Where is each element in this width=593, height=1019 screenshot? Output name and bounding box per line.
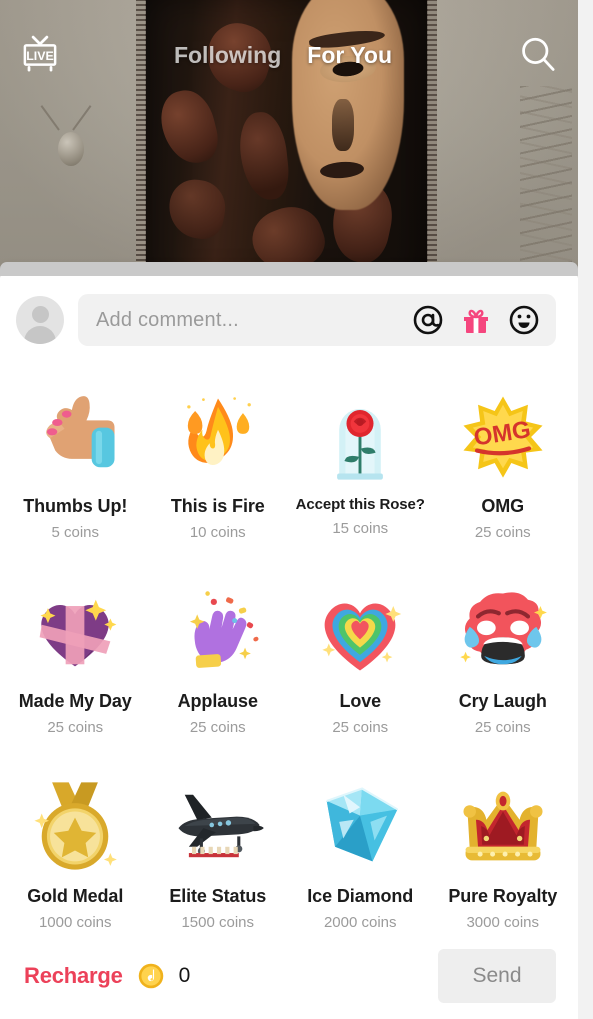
gift-panel-footer: Recharge 0 Send <box>0 933 578 1019</box>
gift-item[interactable]: Elite Status 1500 coins <box>147 760 290 933</box>
gift-item[interactable]: This is Fire 10 coins <box>147 370 290 565</box>
comment-input[interactable]: Add comment... <box>96 309 396 332</box>
gift-item[interactable]: Applause 25 coins <box>147 565 290 760</box>
gift-item[interactable]: Gold Medal 1000 coins <box>4 760 147 933</box>
at-mention-icon <box>413 305 443 335</box>
search-icon <box>522 37 555 71</box>
gift-price: 5 coins <box>51 523 100 541</box>
tab-for-you[interactable]: For You <box>307 42 392 69</box>
search-button[interactable] <box>516 33 560 77</box>
gift-name: Cry Laugh <box>458 691 547 711</box>
gift-price: 25 coins <box>189 718 246 736</box>
gift-grid: Thumbs Up! 5 coins This is Fire 10 coins… <box>0 362 578 933</box>
gift-name: Elite Status <box>169 886 267 906</box>
avatar[interactable] <box>16 296 64 344</box>
gift-price: 1000 coins <box>38 913 112 931</box>
gift-name: Pure Royalty <box>448 886 558 906</box>
top-navigation-bar: LIVE Following For You <box>0 0 578 110</box>
mention-button[interactable] <box>412 304 444 336</box>
tab-following[interactable]: Following <box>174 42 281 69</box>
dried-plant-right <box>520 86 572 266</box>
gift-name: Made My Day <box>18 691 132 711</box>
gift-price: 2000 coins <box>323 913 397 931</box>
gift-price: 10 coins <box>189 523 246 541</box>
applause-icon <box>166 579 270 683</box>
comment-bar: Add comment... <box>0 268 578 362</box>
omg-burst-icon: OMG <box>451 384 555 488</box>
gift-name: Gold Medal <box>27 886 124 906</box>
gift-price: 15 coins <box>332 520 389 538</box>
jet-icon <box>166 774 270 878</box>
recharge-button[interactable]: Recharge <box>24 963 123 989</box>
gift-icon <box>464 309 488 333</box>
gift-item[interactable]: Made My Day 25 coins <box>4 565 147 760</box>
gift-price: 1500 coins <box>181 913 255 931</box>
gold-medal-icon <box>23 774 127 878</box>
gift-name: Applause <box>177 691 258 711</box>
emoji-button[interactable] <box>508 304 540 336</box>
gift-price: 25 coins <box>332 718 389 736</box>
tiktok-gift-screen: DEC LIVE Following For You <box>0 0 593 1019</box>
comment-input-container[interactable]: Add comment... <box>78 294 556 346</box>
gift-item[interactable]: Pure Royalty 3000 coins <box>432 760 575 933</box>
rose-dome-icon <box>308 384 412 488</box>
gift-item[interactable]: Love 25 coins <box>289 565 432 760</box>
gift-button[interactable] <box>460 304 492 336</box>
gift-item[interactable]: Cry Laugh 25 coins <box>432 565 575 760</box>
svg-text:LIVE: LIVE <box>26 49 53 63</box>
panel-drag-handle[interactable] <box>0 262 578 276</box>
fire-icon <box>166 384 270 488</box>
cry-laugh-icon <box>451 579 555 683</box>
diamond-icon <box>308 774 412 878</box>
gift-name: Love <box>339 691 382 711</box>
send-button[interactable]: Send <box>438 949 556 1003</box>
gift-price: 25 coins <box>47 718 104 736</box>
gift-name: This is Fire <box>170 496 265 516</box>
crown-icon <box>451 774 555 878</box>
gift-name: Ice Diamond <box>307 886 414 906</box>
gift-item[interactable]: Accept this Rose? 15 coins <box>289 370 432 565</box>
gift-name: OMG <box>481 496 525 516</box>
gift-price: 25 coins <box>474 523 531 541</box>
tiktok-coin-icon <box>138 963 163 989</box>
gift-price: 25 coins <box>474 718 531 736</box>
coin-balance: 0 <box>178 964 191 987</box>
gift-heart-icon <box>23 579 127 683</box>
emoji-smiley-icon <box>509 305 539 335</box>
gift-price: 3000 coins <box>466 913 540 931</box>
thumbs-up-icon <box>23 384 127 488</box>
page-gutter <box>578 0 593 1019</box>
gift-name: Thumbs Up! <box>23 496 128 516</box>
rainbow-heart-icon <box>308 579 412 683</box>
gift-name: Accept this Rose? <box>295 496 425 513</box>
gift-item[interactable]: OMG OMG 25 coins <box>432 370 575 565</box>
gift-panel: Add comment... Thumbs Up! 5 coins This i… <box>0 262 578 1019</box>
feed-tabs: Following For You <box>56 42 510 69</box>
gift-item[interactable]: Ice Diamond 2000 coins <box>289 760 432 933</box>
gift-item[interactable]: Thumbs Up! 5 coins <box>4 370 147 565</box>
